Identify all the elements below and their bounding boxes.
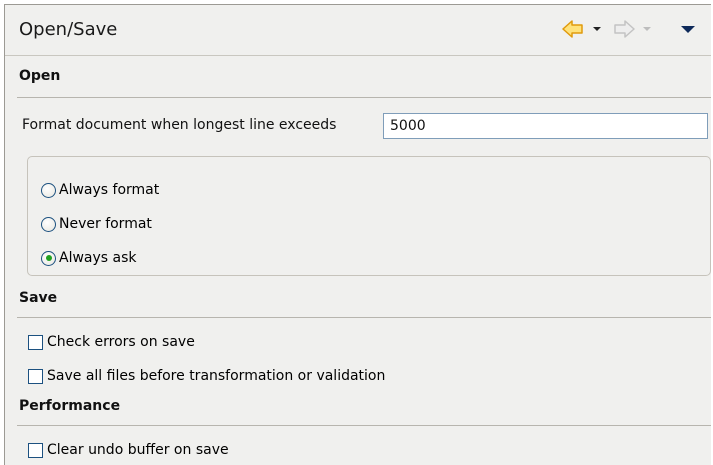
- checkbox-label: Clear undo buffer on save: [47, 442, 229, 458]
- separator-open: [17, 97, 711, 98]
- radio-button-selected[interactable]: [41, 250, 56, 266]
- preferences-page: Open/Save Open Format document when long…: [4, 4, 711, 465]
- checkbox[interactable]: [28, 368, 43, 384]
- check-save-all-files[interactable]: Save all files before transformation or …: [28, 366, 385, 386]
- check-clear-undo-buffer[interactable]: Clear undo buffer on save: [28, 440, 229, 460]
- radio-always-format[interactable]: Always format: [41, 180, 159, 200]
- radio-never-format[interactable]: Never format: [41, 214, 152, 234]
- view-menu-icon[interactable]: [680, 19, 696, 39]
- section-title-performance: Performance: [19, 398, 121, 414]
- format-threshold-input[interactable]: [384, 114, 707, 138]
- radio-label: Always format: [59, 182, 160, 198]
- radio-button[interactable]: [41, 182, 56, 198]
- checkbox[interactable]: [28, 334, 43, 350]
- check-errors-on-save[interactable]: Check errors on save: [28, 332, 195, 352]
- section-title-open: Open: [19, 68, 61, 84]
- radio-label: Always ask: [59, 250, 137, 266]
- separator-performance: [17, 425, 711, 426]
- radio-label: Never format: [59, 216, 152, 232]
- checkbox-label: Save all files before transformation or …: [47, 368, 386, 384]
- page-header: Open/Save: [5, 5, 711, 56]
- format-options-group: Always format Never format Always ask: [27, 156, 711, 276]
- format-threshold-label: Format document when longest line exceed…: [22, 117, 337, 133]
- forward-arrow-icon[interactable]: [613, 19, 635, 39]
- checkbox[interactable]: [28, 442, 43, 458]
- checkbox-label: Check errors on save: [47, 334, 195, 350]
- back-history-dropdown-icon[interactable]: [592, 19, 602, 39]
- radio-button[interactable]: [41, 216, 56, 232]
- separator-save: [17, 317, 711, 318]
- back-arrow-icon[interactable]: [562, 19, 584, 39]
- forward-history-dropdown-icon[interactable]: [642, 19, 652, 39]
- format-threshold-field[interactable]: [383, 113, 708, 139]
- radio-always-ask[interactable]: Always ask: [41, 248, 137, 268]
- section-title-save: Save: [19, 290, 58, 306]
- page-title: Open/Save: [19, 19, 118, 40]
